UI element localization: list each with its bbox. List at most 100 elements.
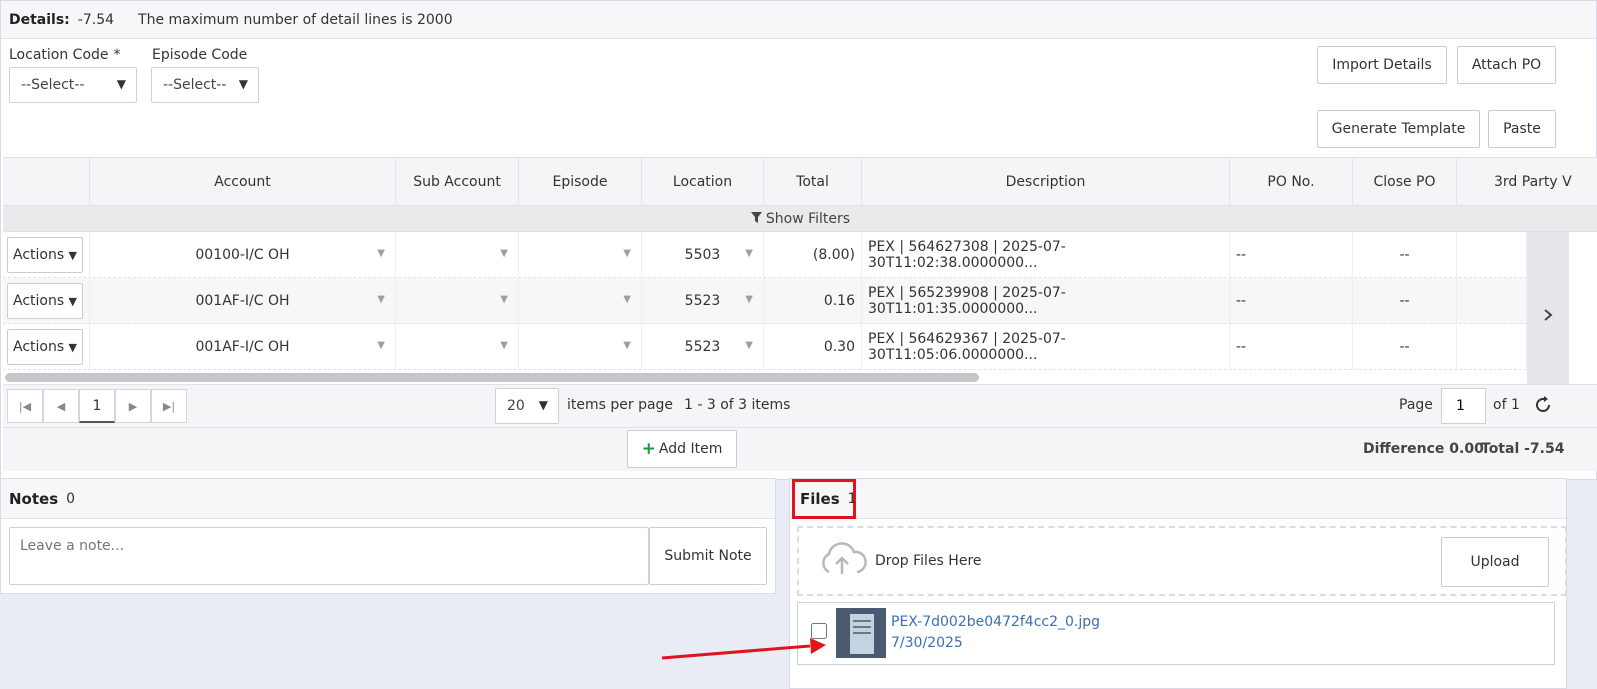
column-header-close-po[interactable]: Close PO bbox=[1353, 158, 1457, 206]
grid-pager: |◀ ◀ 1 ▶ ▶| 20 ▼ items per page 1 - 3 of… bbox=[3, 384, 1597, 428]
sub-account-cell[interactable]: ▼ bbox=[396, 278, 519, 324]
location-cell[interactable]: 5503 ▼ bbox=[642, 232, 764, 278]
chevron-down-icon: ▼ bbox=[377, 340, 385, 351]
location-cell[interactable]: 5523 ▼ bbox=[642, 324, 764, 370]
close-po-cell[interactable]: -- bbox=[1353, 324, 1457, 370]
import-details-button[interactable]: Import Details bbox=[1317, 46, 1447, 84]
difference-label: Difference 0.00 bbox=[1363, 441, 1484, 457]
location-cell[interactable]: 5523 ▼ bbox=[642, 278, 764, 324]
description-cell[interactable]: PEX | 564627308 | 2025-07-30T11:02:38.00… bbox=[862, 232, 1230, 278]
close-po-cell[interactable]: -- bbox=[1353, 278, 1457, 324]
chevron-down-icon: ▼ bbox=[623, 340, 631, 351]
episode-code-label: Episode Code bbox=[152, 47, 248, 63]
total-cell[interactable]: (8.00) bbox=[764, 232, 862, 278]
po-no-cell[interactable]: -- bbox=[1230, 324, 1353, 370]
po-no-cell[interactable]: -- bbox=[1230, 278, 1353, 324]
items-range-label: 1 - 3 of 3 items bbox=[684, 397, 791, 413]
account-cell[interactable]: 00100-I/C OH ▼ bbox=[90, 232, 396, 278]
submit-note-button[interactable]: Submit Note bbox=[649, 527, 767, 585]
page-size-value: 20 bbox=[507, 398, 525, 414]
add-item-button[interactable]: + Add Item bbox=[627, 430, 737, 468]
account-cell[interactable]: 001AF-I/C OH ▼ bbox=[90, 324, 396, 370]
episode-cell[interactable]: ▼ bbox=[519, 278, 642, 324]
chevron-down-icon: ▼ bbox=[68, 340, 77, 354]
details-grid: Account Sub Account Episode Location Tot… bbox=[3, 157, 1597, 471]
prev-page-icon[interactable]: ◀ bbox=[43, 389, 79, 423]
actions-label: Actions bbox=[13, 247, 65, 263]
location-value: 5503 bbox=[684, 247, 721, 263]
third-party-cell[interactable] bbox=[1457, 278, 1527, 324]
location-code-select[interactable]: --Select-- ▼ bbox=[9, 67, 137, 103]
actions-dropdown[interactable]: Actions ▼ bbox=[7, 237, 83, 273]
description-cell[interactable]: PEX | 564629367 | 2025-07-30T11:05:06.00… bbox=[862, 324, 1230, 370]
episode-cell[interactable]: ▼ bbox=[519, 324, 642, 370]
actions-label: Actions bbox=[13, 339, 65, 355]
chevron-down-icon: ▼ bbox=[238, 77, 248, 91]
chevron-down-icon: ▼ bbox=[745, 248, 753, 259]
generate-template-button[interactable]: Generate Template bbox=[1317, 110, 1480, 148]
close-po-cell[interactable]: -- bbox=[1353, 232, 1457, 278]
column-header-description[interactable]: Description bbox=[862, 158, 1230, 206]
column-header-location[interactable]: Location bbox=[642, 158, 764, 206]
file-thumbnail[interactable] bbox=[836, 608, 886, 658]
items-per-page-label: items per page bbox=[567, 397, 674, 413]
episode-cell[interactable]: ▼ bbox=[519, 232, 642, 278]
drop-files-label: Drop Files Here bbox=[875, 553, 982, 569]
sub-account-cell[interactable]: ▼ bbox=[396, 232, 519, 278]
location-value: 5523 bbox=[684, 339, 721, 355]
column-header-episode[interactable]: Episode bbox=[519, 158, 642, 206]
first-page-icon[interactable]: |◀ bbox=[7, 389, 43, 423]
po-no-cell[interactable]: -- bbox=[1230, 232, 1353, 278]
actions-dropdown[interactable]: Actions ▼ bbox=[7, 283, 83, 319]
paste-button[interactable]: Paste bbox=[1488, 110, 1556, 148]
actions-dropdown[interactable]: Actions ▼ bbox=[7, 329, 83, 365]
files-header: Files 1 bbox=[790, 479, 1566, 519]
add-item-label: Add Item bbox=[658, 441, 723, 457]
chevron-down-icon: ▼ bbox=[116, 77, 126, 91]
column-header-account[interactable]: Account bbox=[90, 158, 396, 206]
horizontal-scrollbar[interactable] bbox=[5, 373, 979, 382]
next-page-icon[interactable]: ▶ bbox=[115, 389, 151, 423]
location-code-label-text: Location Code bbox=[9, 47, 109, 63]
column-header-total[interactable]: Total bbox=[764, 158, 862, 206]
page-number-input[interactable] bbox=[1441, 388, 1486, 424]
details-amount: -7.54 bbox=[77, 11, 115, 28]
account-value: 001AF-I/C OH bbox=[195, 339, 290, 355]
notes-count: 0 bbox=[66, 490, 76, 507]
actions-cell: Actions ▼ bbox=[3, 232, 90, 278]
column-header-po-no[interactable]: PO No. bbox=[1230, 158, 1353, 206]
account-cell[interactable]: 001AF-I/C OH ▼ bbox=[90, 278, 396, 324]
chevron-down-icon: ▼ bbox=[623, 248, 631, 259]
details-label: Details: bbox=[9, 11, 70, 28]
episode-code-select[interactable]: --Select-- ▼ bbox=[151, 67, 259, 103]
third-party-cell[interactable] bbox=[1457, 232, 1527, 278]
details-header: Details: -7.54 The maximum number of det… bbox=[1, 1, 1596, 39]
details-panel: Details: -7.54 The maximum number of det… bbox=[0, 0, 1597, 480]
total-cell[interactable]: 0.30 bbox=[764, 324, 862, 370]
column-header-sub-account[interactable]: Sub Account bbox=[396, 158, 519, 206]
notes-panel: Notes 0 Submit Note bbox=[0, 478, 776, 594]
note-input[interactable] bbox=[9, 527, 649, 585]
chevron-down-icon: ▼ bbox=[745, 340, 753, 351]
max-lines-message: The maximum number of detail lines is 20… bbox=[138, 11, 453, 28]
sub-account-cell[interactable]: ▼ bbox=[396, 324, 519, 370]
attach-po-button[interactable]: Attach PO bbox=[1457, 46, 1556, 84]
file-dropzone[interactable]: Drop Files Here Upload bbox=[797, 526, 1567, 596]
chevron-right-icon[interactable] bbox=[1527, 232, 1569, 398]
refresh-icon[interactable] bbox=[1533, 395, 1553, 419]
third-party-cell[interactable] bbox=[1457, 324, 1527, 370]
total-cell[interactable]: 0.16 bbox=[764, 278, 862, 324]
page-size-select[interactable]: 20 ▼ bbox=[495, 388, 559, 424]
column-header-3rd-party[interactable]: 3rd Party V bbox=[1457, 158, 1597, 206]
upload-button[interactable]: Upload bbox=[1441, 537, 1549, 587]
last-page-icon[interactable]: ▶| bbox=[151, 389, 187, 423]
current-page-button[interactable]: 1 bbox=[79, 389, 115, 423]
chevron-down-icon: ▼ bbox=[500, 340, 508, 351]
chevron-down-icon: ▼ bbox=[377, 294, 385, 305]
show-filters-label: Show Filters bbox=[765, 210, 851, 227]
file-name-link[interactable]: PEX-7d002be0472f4cc2_0.jpg bbox=[891, 614, 1100, 630]
page-label: Page bbox=[1399, 397, 1433, 413]
files-title: Files bbox=[800, 490, 840, 508]
description-cell[interactable]: PEX | 565239908 | 2025-07-30T11:01:35.00… bbox=[862, 278, 1230, 324]
show-filters-toggle[interactable]: Show Filters bbox=[3, 206, 1597, 232]
